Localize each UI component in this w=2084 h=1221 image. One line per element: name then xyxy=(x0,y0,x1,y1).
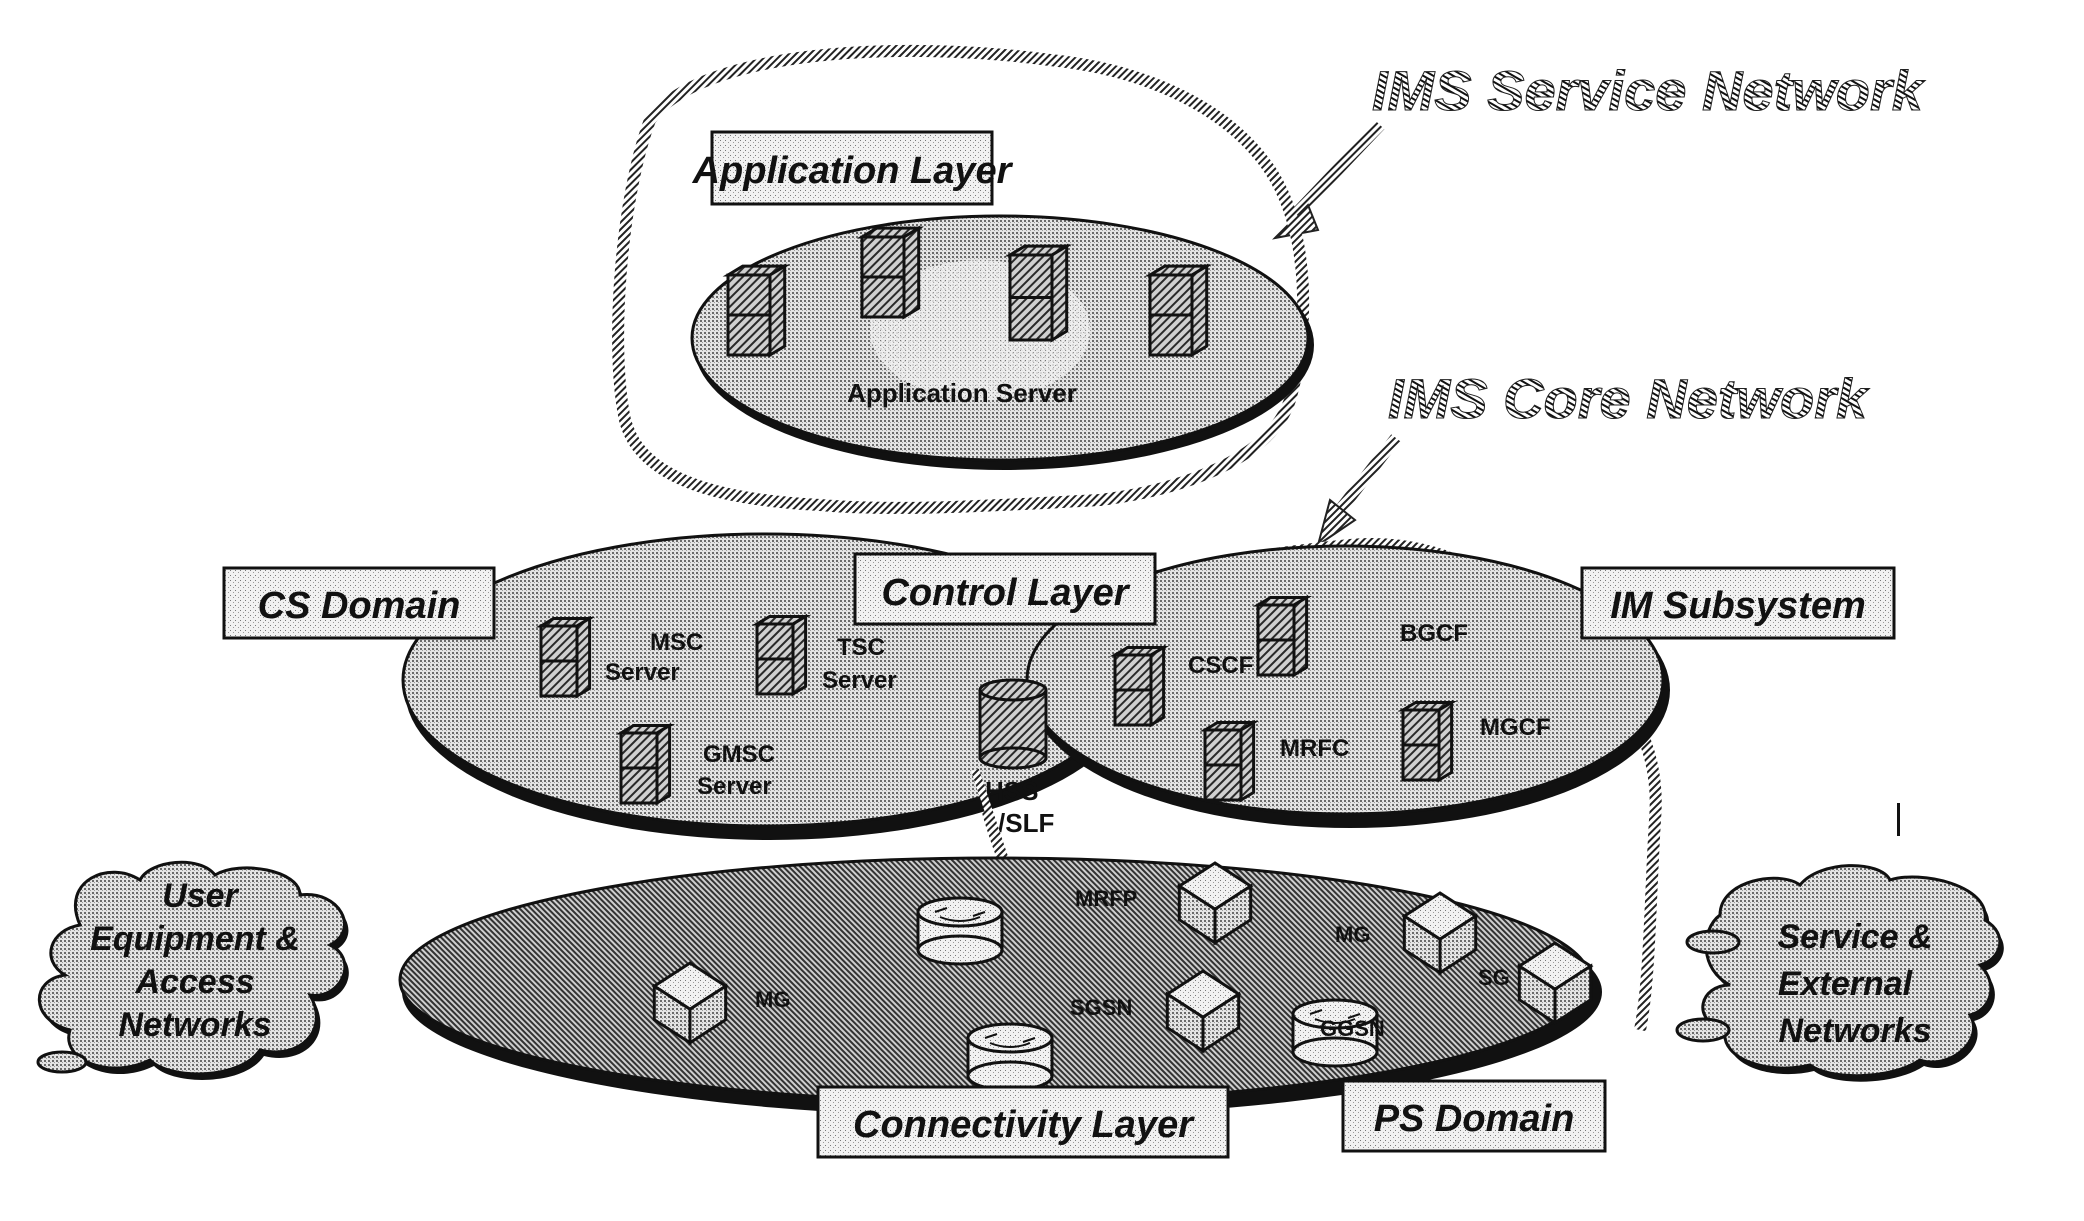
mg-left-label: MG xyxy=(755,987,790,1012)
service-cloud-line2: External xyxy=(1778,965,1914,1003)
msc-server-label-line1: MSC xyxy=(650,629,703,656)
svg-text:IM Subsystem: IM Subsystem xyxy=(1610,585,1866,627)
application-server-icon xyxy=(1004,243,1073,343)
router-icon xyxy=(916,896,1004,966)
ims-core-network-title: IMS Core Network xyxy=(1388,367,1870,430)
bgcf-icon xyxy=(1252,594,1313,678)
connectivity-layer-label: Connectivity Layer xyxy=(816,1085,1230,1159)
cscf-label: CSCF xyxy=(1188,652,1253,679)
svg-text:Connectivity Layer: Connectivity Layer xyxy=(853,1104,1195,1146)
sgsn-label: SGSN xyxy=(1070,995,1132,1020)
hss-database-icon xyxy=(978,678,1048,770)
msc-server-label-line2: Server xyxy=(605,659,680,686)
cscf-icon xyxy=(1109,644,1170,728)
mg-right-label: MG xyxy=(1335,922,1370,947)
user-cloud-line2: Equipment & xyxy=(90,920,300,958)
core-network-arrow xyxy=(1316,434,1401,548)
application-server-icon xyxy=(722,263,791,358)
mgcf-icon xyxy=(1397,699,1458,783)
mgcf-label: MGCF xyxy=(1480,714,1551,741)
msc-server-icon xyxy=(535,615,596,699)
tsc-server-label-line1: TSC xyxy=(837,634,885,661)
user-equipment-cloud: User Equipment & Access Networks xyxy=(36,860,349,1080)
svg-text:Control Layer: Control Layer xyxy=(881,572,1130,614)
ggsn-label: GGSN xyxy=(1320,1016,1385,1041)
application-server-icon xyxy=(1144,263,1213,358)
cs-domain-label: CS Domain xyxy=(222,566,496,640)
tsc-server-icon xyxy=(751,613,812,697)
gmsc-server-label-line2: Server xyxy=(697,773,772,800)
im-subsystem-label: IM Subsystem xyxy=(1580,566,1896,640)
user-cloud-line3: Access xyxy=(134,963,254,1001)
application-server-icon xyxy=(856,225,925,320)
bgcf-label: BGCF xyxy=(1400,620,1468,647)
svg-text:CS Domain: CS Domain xyxy=(258,585,461,627)
user-cloud-line4: Networks xyxy=(118,1006,271,1044)
application-layer-label: Application Layer xyxy=(692,130,1014,206)
tsc-server-label-line2: Server xyxy=(822,667,897,694)
ims-architecture-diagram: IMS Service Network IMS Core Network App… xyxy=(36,44,2004,1159)
user-cloud-line1: User xyxy=(162,877,239,915)
margin-mark xyxy=(1897,803,1900,836)
service-external-cloud: Service & External Networks xyxy=(1675,864,2004,1082)
mrfc-label: MRFC xyxy=(1280,735,1349,762)
gmsc-server-label-line1: GMSC xyxy=(703,741,775,768)
control-layer-label: Control Layer xyxy=(853,552,1157,626)
application-server-label: Application Server xyxy=(847,378,1077,408)
hss-label-line1: HSS xyxy=(985,776,1038,806)
svg-text:PS Domain: PS Domain xyxy=(1374,1098,1575,1140)
mrfp-label: MRFP xyxy=(1075,886,1137,911)
sg-label: SG xyxy=(1478,965,1510,990)
svg-text:Application Layer: Application Layer xyxy=(692,150,1014,192)
ims-service-network-title: IMS Service Network xyxy=(1372,59,1926,122)
router-icon xyxy=(966,1022,1054,1092)
mrfc-icon xyxy=(1199,719,1260,803)
hss-label-line2: /SLF xyxy=(998,808,1054,838)
gmsc-server-icon xyxy=(615,722,676,806)
service-cloud-line1: Service & xyxy=(1778,918,1933,956)
ps-domain-label: PS Domain xyxy=(1341,1079,1607,1153)
service-cloud-line3: Networks xyxy=(1778,1012,1931,1050)
